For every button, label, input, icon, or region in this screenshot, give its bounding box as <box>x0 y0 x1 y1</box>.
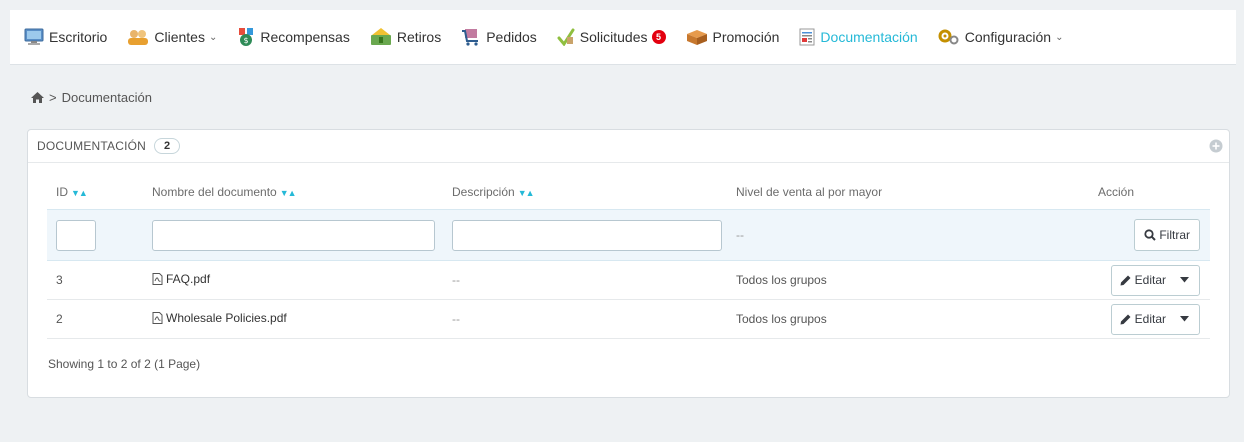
settings-icon <box>938 28 960 46</box>
table-row: 3 FAQ.pdf -- Todos los grupos Editar <box>47 260 1210 300</box>
search-icon <box>1144 229 1157 241</box>
panel-title: DOCUMENTACIÓN <box>37 139 147 153</box>
panel-header: DOCUMENTACIÓN 2 <box>28 130 1229 163</box>
documents-table: ID ▼▲ Nombre del documento ▼▲ Descripción ▼… <box>47 175 1210 339</box>
column-header-action: Acción <box>1098 185 1135 199</box>
notification-badge: 5 <box>651 30 666 44</box>
edit-button[interactable]: Editar <box>1112 305 1174 334</box>
pdf-file-icon <box>152 312 163 324</box>
sort-icon[interactable]: ▼▲ <box>518 188 535 198</box>
chevron-down-icon: ⌄ <box>208 31 218 43</box>
cell-level: Todos los grupos <box>727 299 1089 339</box>
cell-id: 3 <box>47 260 143 300</box>
edit-button[interactable]: Editar <box>1112 266 1174 295</box>
table-row: 2 Wholesale Policies.pdf -- Todos los gr… <box>47 299 1210 339</box>
filter-description-input[interactable] <box>452 219 722 251</box>
nav-label: Documentación <box>820 29 918 45</box>
desktop-icon <box>24 28 44 46</box>
orders-icon <box>461 28 481 46</box>
withdrawals-icon <box>370 28 392 46</box>
caret-down-icon[interactable] <box>1174 266 1199 295</box>
edit-button-group: Editar <box>1110 303 1200 335</box>
breadcrumb-separator: > <box>49 90 57 105</box>
filter-row: -- Filtrar <box>47 209 1210 261</box>
nav-item-recompensas[interactable]: $ Recompensas <box>227 10 360 64</box>
cell-name: FAQ.pdf <box>143 260 443 300</box>
promotion-icon <box>686 28 708 46</box>
nav-label: Solicitudes <box>579 29 648 45</box>
count-badge: 2 <box>154 138 181 154</box>
requests-icon <box>557 28 575 46</box>
column-header-name: Nombre del documento ▼▲ <box>152 185 297 199</box>
nav-item-retiros[interactable]: Retiros <box>360 10 451 64</box>
breadcrumb: > Documentación <box>31 90 152 105</box>
breadcrumb-current: Documentación <box>61 90 152 105</box>
add-new-icon[interactable] <box>1209 139 1223 153</box>
nav-item-escritorio[interactable]: Escritorio <box>10 10 117 64</box>
column-header-description: Descripción ▼▲ <box>452 185 535 199</box>
top-navigation: Escritorio Clientes ⌄ $ Recompensas Reti… <box>10 10 1236 65</box>
rewards-icon: $ <box>237 27 255 47</box>
cell-level: Todos los grupos <box>727 260 1089 300</box>
nav-label: Recompensas <box>260 29 350 45</box>
cell-action: Editar <box>1089 260 1210 300</box>
nav-item-solicitudes[interactable]: Solicitudes 5 <box>547 10 676 64</box>
cell-action: Editar <box>1089 299 1210 339</box>
filter-button[interactable]: Filtrar <box>1134 219 1200 251</box>
pencil-icon <box>1120 314 1131 325</box>
nav-item-clientes[interactable]: Clientes ⌄ <box>117 10 227 64</box>
customers-icon <box>127 28 149 46</box>
document-link[interactable]: FAQ.pdf <box>152 272 210 286</box>
pencil-icon <box>1120 275 1131 286</box>
sort-icon[interactable]: ▼▲ <box>71 188 88 198</box>
caret-down-icon[interactable] <box>1174 305 1199 334</box>
nav-label: Escritorio <box>49 29 108 45</box>
column-header-id: ID ▼▲ <box>56 185 88 199</box>
nav-label: Promoción <box>712 29 780 45</box>
nav-label: Retiros <box>396 29 442 45</box>
nav-label: Clientes <box>154 29 205 45</box>
filter-id-input[interactable] <box>56 219 96 251</box>
filter-level-value: -- <box>727 209 1089 261</box>
nav-item-pedidos[interactable]: Pedidos <box>451 10 547 64</box>
document-link[interactable]: Wholesale Policies.pdf <box>152 311 287 325</box>
cell-name: Wholesale Policies.pdf <box>143 299 443 339</box>
nav-label: Pedidos <box>486 29 537 45</box>
cell-description: -- <box>443 299 727 339</box>
home-icon[interactable] <box>31 92 44 103</box>
column-header-level: Nivel de venta al por mayor <box>736 185 883 199</box>
nav-item-documentacion[interactable]: Documentación <box>789 10 927 64</box>
nav-label: Configuración <box>964 29 1052 45</box>
svg-text:$: $ <box>244 36 249 45</box>
chevron-down-icon: ⌄ <box>1055 31 1064 43</box>
pagination-info: Showing 1 to 2 of 2 (1 Page) <box>48 357 201 371</box>
edit-button-group: Editar <box>1110 264 1200 296</box>
pdf-file-icon <box>152 273 163 285</box>
documentation-icon <box>799 28 815 46</box>
sort-icon[interactable]: ▼▲ <box>280 188 297 198</box>
documentation-panel: DOCUMENTACIÓN 2 ID ▼▲ Nombre del document… <box>27 129 1230 398</box>
nav-item-configuracion[interactable]: Configuración ⌄ <box>928 10 1074 64</box>
cell-description: -- <box>443 260 727 300</box>
cell-id: 2 <box>47 299 143 339</box>
table-header-row: ID ▼▲ Nombre del documento ▼▲ Descripción ▼… <box>47 175 1210 210</box>
filter-name-input[interactable] <box>152 219 435 251</box>
nav-item-promocion[interactable]: Promoción <box>676 10 790 64</box>
